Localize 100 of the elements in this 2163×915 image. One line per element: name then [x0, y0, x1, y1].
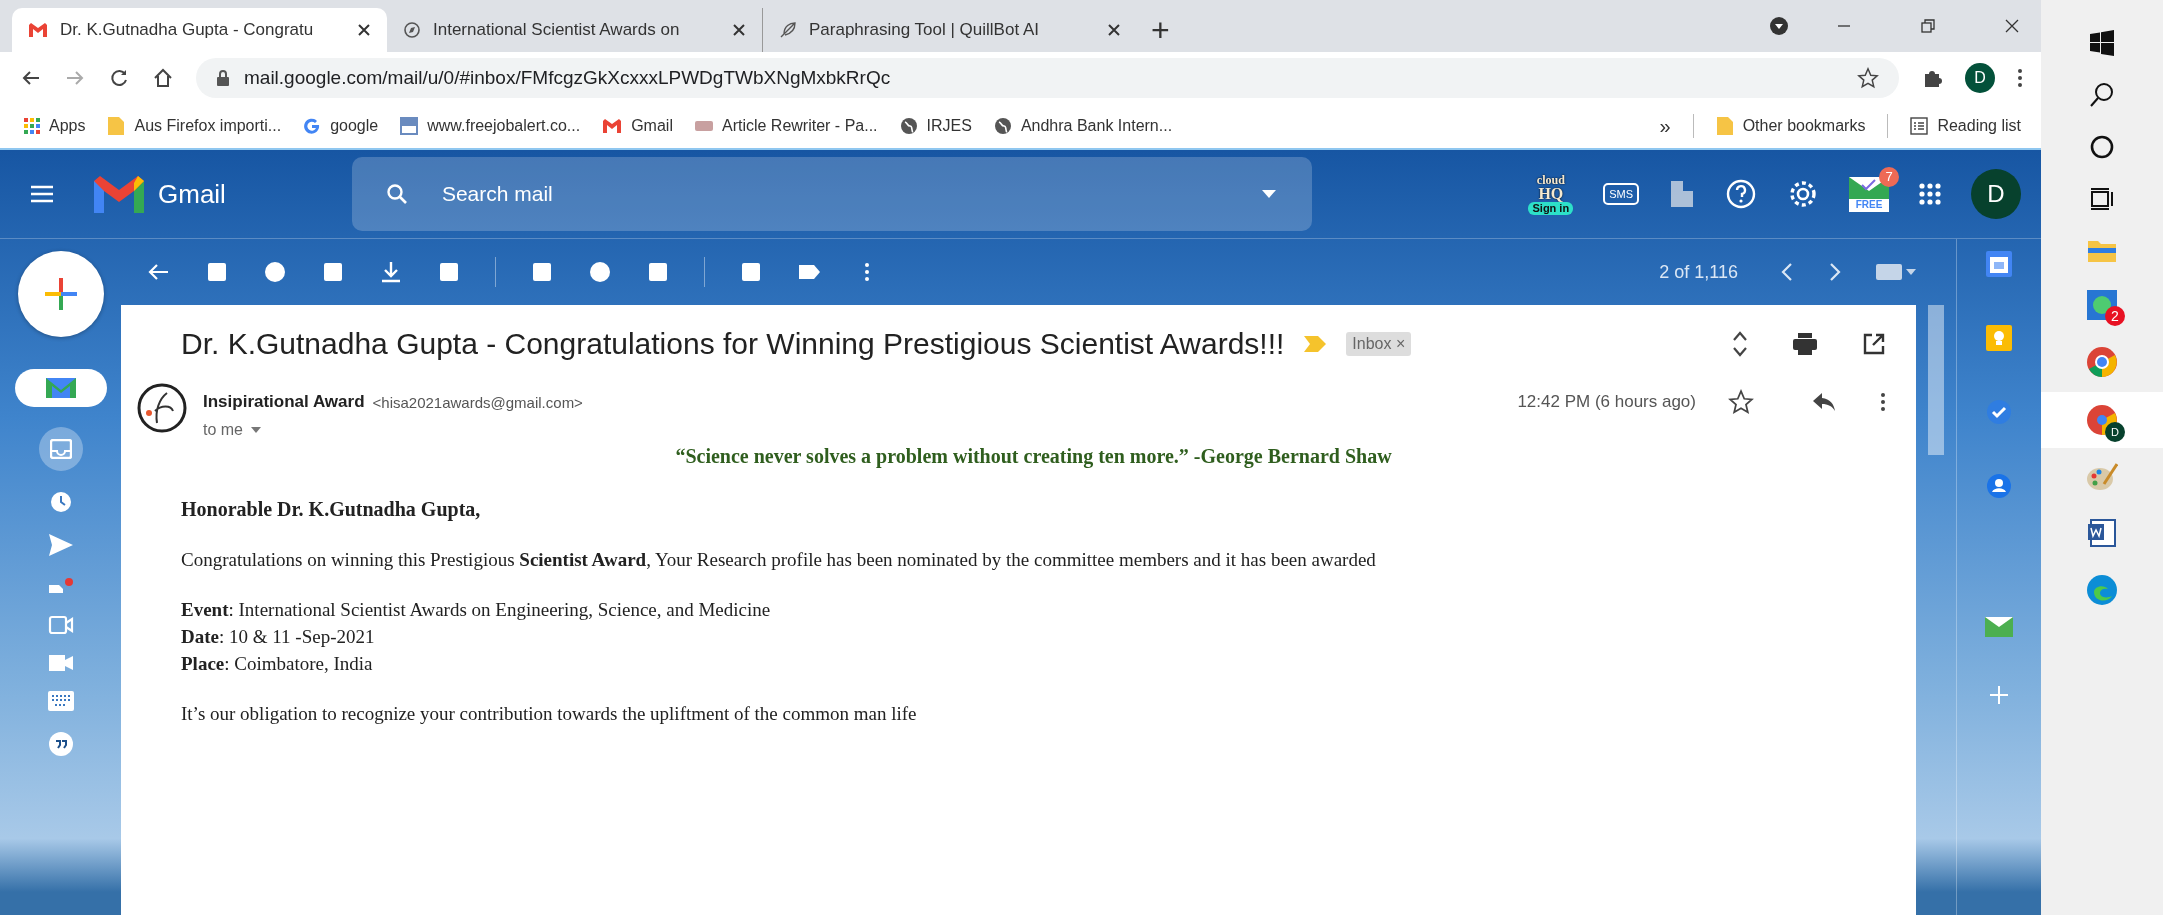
- help-icon[interactable]: [1725, 178, 1757, 210]
- feather-icon: [779, 21, 797, 39]
- print-icon[interactable]: [1792, 332, 1818, 356]
- more-icon[interactable]: [1880, 391, 1886, 413]
- search-icon[interactable]: [2089, 82, 2115, 108]
- bookmark-label: Aus Firefox importi...: [134, 117, 282, 135]
- gmail-wordmark: Gmail: [158, 178, 226, 210]
- compass-icon: [403, 21, 421, 39]
- close-icon[interactable]: [1107, 23, 1121, 37]
- selected-taskbar-item[interactable]: D: [2041, 392, 2163, 448]
- tasks-icon[interactable]: [1986, 399, 2012, 425]
- bookmark[interactable]: Apps: [24, 117, 86, 135]
- sign-in-badge: Sign in: [1528, 201, 1574, 215]
- download-icon[interactable]: [379, 260, 403, 284]
- lock-icon: [216, 70, 230, 86]
- sms-button[interactable]: SMS: [1603, 183, 1639, 205]
- greeting-text: Honorable Dr. K.Gutnadha Gupta,: [181, 498, 482, 521]
- open-in-new-window-icon[interactable]: [1862, 332, 1886, 356]
- envelope-icon: [45, 378, 76, 398]
- bookmark[interactable]: google: [303, 117, 379, 135]
- sender-email: <hisa2021awards@gmail.com>: [372, 393, 583, 411]
- address-bar[interactable]: mail.google.com/mail/u/0/#inbox/FMfcgzGkXcxxxLPWDgTWbXNgMxbkRrQc: [196, 58, 1899, 98]
- home-icon[interactable]: [152, 67, 174, 89]
- tab-title: Paraphrasing Tool | QuillBot AI: [809, 20, 1040, 40]
- folder-icon: [107, 116, 126, 136]
- cloudhq-logo[interactable]: cloud HQ Sign in: [1528, 173, 1574, 215]
- cortana-circle-icon[interactable]: [2089, 134, 2115, 160]
- gmail-logo-icon[interactable]: [92, 173, 146, 215]
- bookmark-label: google: [330, 117, 379, 135]
- inbox-icon[interactable]: [38, 427, 83, 471]
- bookmarks-overflow[interactable]: »: [1659, 114, 1671, 138]
- keyboard-icon[interactable]: [1876, 264, 1916, 280]
- profile-menu-icon[interactable]: [1769, 16, 1789, 36]
- restore-icon[interactable]: [1919, 17, 1937, 35]
- previous-icon[interactable]: [1780, 262, 1794, 282]
- bookmark[interactable]: Gmail: [602, 117, 673, 135]
- globe-icon: [899, 117, 918, 135]
- logo-text: HQ: [1538, 185, 1564, 202]
- reading-list[interactable]: Reading list: [1910, 117, 2021, 135]
- envelope-icon[interactable]: [1985, 617, 2013, 637]
- account-avatar[interactable]: D: [1971, 169, 2021, 219]
- url-text: mail.google.com/mail/u/0/#inbox/FMfcgzGkXcxxxLPWDgTWbXNgMxbkRrQc: [244, 67, 891, 89]
- windows-start-icon[interactable]: [2089, 30, 2115, 56]
- browser-tab[interactable]: International Scientist Awards on: [387, 8, 762, 52]
- pagination-text: 2 of 1,116: [1659, 261, 1738, 283]
- compose-button[interactable]: [17, 251, 104, 337]
- video-outline-icon[interactable]: [47, 615, 74, 635]
- caret-icon: [251, 427, 261, 433]
- more-icon[interactable]: [2017, 67, 2023, 89]
- new-tab-button[interactable]: +: [1137, 8, 1184, 52]
- keyboard-icon[interactable]: [47, 691, 74, 711]
- task-view-icon[interactable]: [2089, 186, 2115, 212]
- expand-collapse-icon[interactable]: [1732, 330, 1748, 358]
- close-icon[interactable]: [732, 23, 746, 37]
- word-document-icon[interactable]: [2087, 518, 2117, 548]
- profile-avatar[interactable]: D: [1965, 63, 1995, 93]
- gmail-logo-icon: [602, 118, 623, 134]
- close-icon[interactable]: [2003, 17, 2021, 35]
- google-logo-icon: [303, 117, 322, 135]
- importance-marker-icon[interactable]: [1304, 336, 1327, 352]
- search-icon: [385, 183, 408, 205]
- chat-bubble-icon[interactable]: [47, 731, 74, 757]
- free-label: FREE: [1855, 198, 1883, 210]
- bookmark-label: Apps: [49, 117, 86, 135]
- site-logo-icon: [694, 121, 713, 131]
- inbox-label[interactable]: Inbox ×: [1346, 332, 1412, 356]
- clock-icon[interactable]: [49, 491, 72, 513]
- reload-icon[interactable]: [108, 67, 130, 89]
- bookmark-label: Other bookmarks: [1742, 117, 1866, 135]
- scrollbar-thumb[interactable]: [1928, 305, 1944, 455]
- reply-icon[interactable]: [1812, 392, 1836, 412]
- star-icon[interactable]: [1857, 67, 1879, 89]
- calendar-icon[interactable]: [1986, 251, 2012, 277]
- tab-title: Dr. K.Gutnadha Gupta - Congratu: [60, 20, 315, 40]
- recipient-dropdown[interactable]: to me: [203, 421, 1886, 439]
- bookmark[interactable]: Aus Firefox importi...: [107, 116, 282, 136]
- paint-palette-icon[interactable]: [2086, 462, 2118, 492]
- menu-icon[interactable]: [30, 185, 54, 203]
- document-icon[interactable]: [1669, 179, 1695, 209]
- meeting-icon[interactable]: [46, 577, 75, 595]
- contacts-icon[interactable]: [1986, 473, 2012, 499]
- edge-browser-icon[interactable]: [2086, 574, 2118, 606]
- dropdown-icon[interactable]: [1261, 190, 1276, 198]
- email-subject: Dr. K.Gutnadha Gupta - Congratulations for Winning Prestigious Scientist Awards!!!: [181, 327, 1285, 361]
- body-text: Congratulations on winning this Prestigious Scientist Award, Your Research profile has been nominated by the committee members and it has been awarded: [181, 549, 1377, 571]
- star-icon[interactable]: [1728, 389, 1754, 415]
- email-time: 12:42 PM (6 hours ago): [1517, 392, 1696, 412]
- tab-title: International Scientist Awards on: [433, 20, 681, 40]
- next-icon[interactable]: [1828, 262, 1842, 282]
- mail-button[interactable]: [14, 369, 107, 407]
- apps-grid-icon[interactable]: [1919, 183, 1941, 205]
- browser-tab[interactable]: Dr. K.Gutnadha Gupta - Congratu: [12, 8, 387, 52]
- sender-logo-icon: [137, 383, 187, 433]
- send-icon[interactable]: [47, 533, 74, 557]
- close-icon[interactable]: [357, 23, 371, 37]
- bookmark[interactable]: IRJES: [899, 117, 972, 135]
- site-logo-icon: [400, 117, 419, 135]
- bookmark[interactable]: Other bookmarks: [1715, 116, 1866, 136]
- folder-icon[interactable]: [2087, 238, 2117, 264]
- free-extension-button[interactable]: FREE: [1849, 176, 1889, 212]
